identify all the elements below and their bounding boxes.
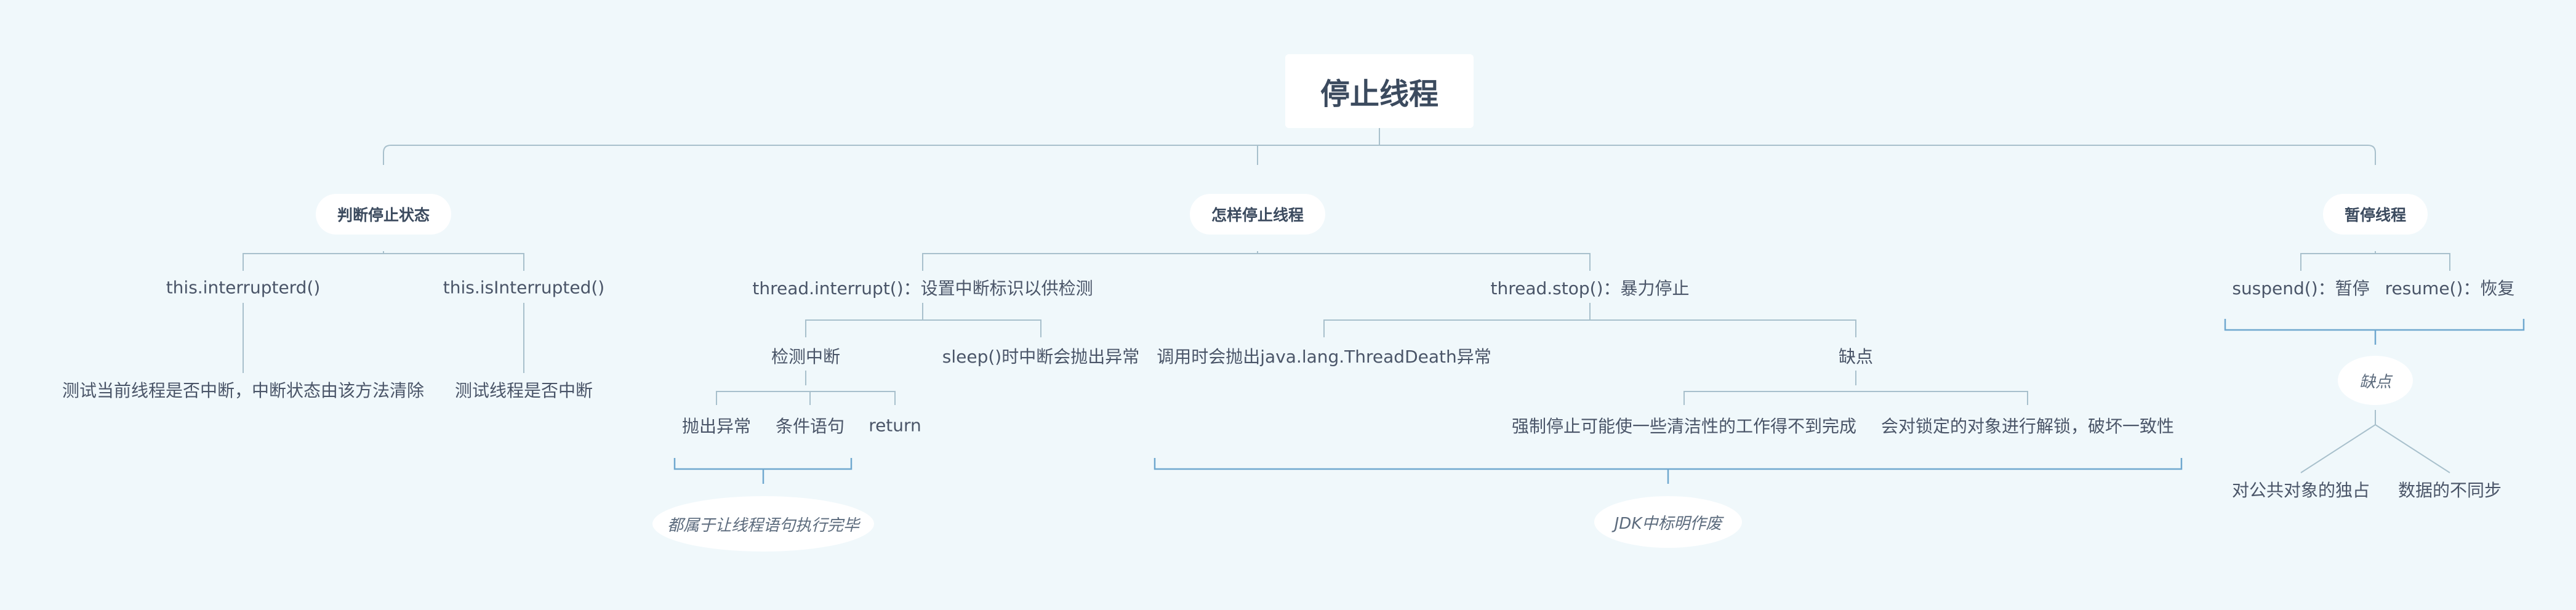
desc-interrupterd[interactable]: 测试当前线程是否中断，中断状态由该方法清除 bbox=[62, 377, 424, 402]
branch-how-to-stop[interactable]: 怎样停止线程 bbox=[1190, 194, 1325, 235]
item-suspend[interactable]: suspend()：暂停 bbox=[2232, 275, 2369, 300]
item-throw-exception[interactable]: 抛出异常 bbox=[682, 413, 751, 438]
item-sleep-interrupt[interactable]: sleep()时中断会抛出异常 bbox=[942, 343, 1139, 368]
item-thread-stop[interactable]: thread.stop()：暴力停止 bbox=[1491, 275, 1690, 300]
branch-pause-thread[interactable]: 暂停线程 bbox=[2323, 194, 2428, 235]
desc-isinterrupted[interactable]: 测试线程是否中断 bbox=[455, 377, 593, 402]
summary-pause-cons[interactable]: 缺点 bbox=[2338, 356, 2413, 405]
item-condition-statement[interactable]: 条件语句 bbox=[776, 413, 845, 438]
root-topic[interactable]: 停止线程 bbox=[1285, 54, 1474, 128]
item-thread-interrupt[interactable]: thread.interrupt()：设置中断标识以供检测 bbox=[752, 275, 1093, 300]
item-resume[interactable]: resume()：恢复 bbox=[2385, 275, 2515, 300]
item-this-isinterrupted[interactable]: this.isInterrupted() bbox=[443, 278, 604, 298]
summary-interrupt[interactable]: 都属于让线程语句执行完毕 bbox=[652, 496, 874, 552]
branch-judge-stop-state[interactable]: 判断停止状态 bbox=[316, 194, 451, 235]
item-stop-cons[interactable]: 缺点 bbox=[1839, 343, 1873, 368]
item-cons-cleanup[interactable]: 强制停止可能使一些清洁性的工作得不到完成 bbox=[1512, 413, 1856, 438]
item-detect-interrupt[interactable]: 检测中断 bbox=[771, 343, 840, 368]
summary-deprecated[interactable]: JDK中标明作废 bbox=[1594, 496, 1742, 548]
item-threaddeath[interactable]: 调用时会抛出java.lang.ThreadDeath异常 bbox=[1157, 343, 1491, 368]
item-monopoly[interactable]: 对公共对象的独占 bbox=[2232, 477, 2370, 502]
item-cons-unlock[interactable]: 会对锁定的对象进行解锁，破坏一致性 bbox=[1881, 413, 2174, 438]
item-return[interactable]: return bbox=[869, 415, 921, 436]
item-unsync[interactable]: 数据的不同步 bbox=[2398, 477, 2502, 502]
item-this-interrupterd[interactable]: this.interrupterd() bbox=[166, 278, 321, 298]
